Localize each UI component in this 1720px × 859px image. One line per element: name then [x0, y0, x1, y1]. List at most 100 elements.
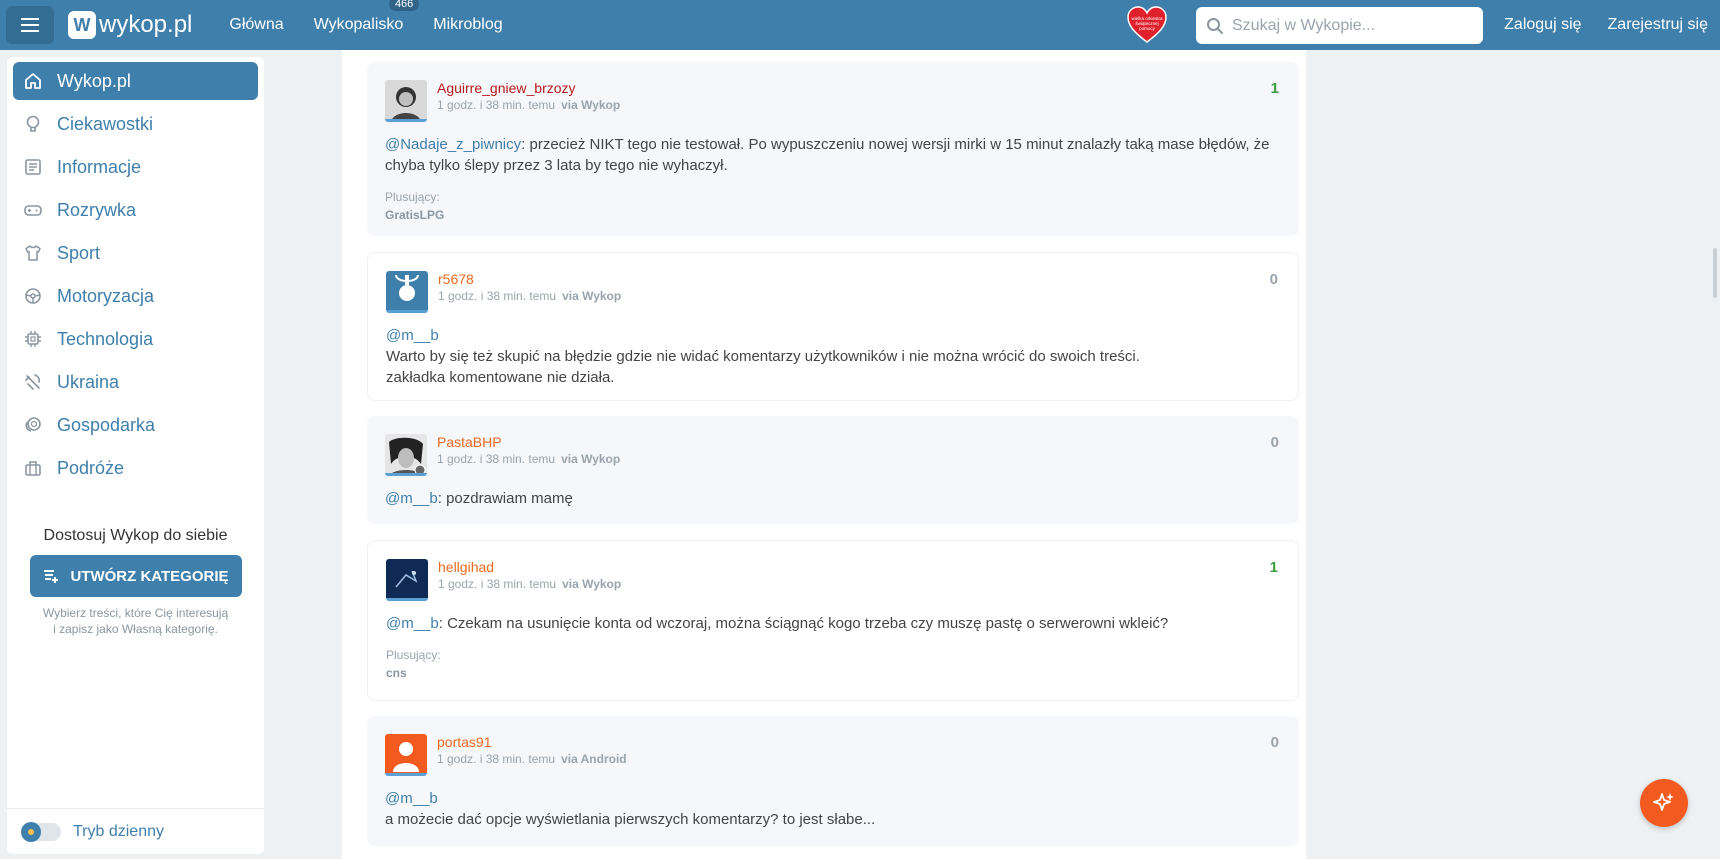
- comment-body: @Nadaje_z_piwnicy: przecież NIKT tego ni…: [385, 134, 1281, 176]
- trident-icon: [21, 370, 45, 394]
- avatar[interactable]: [386, 271, 428, 313]
- sidebar-item-sport[interactable]: Sport: [13, 234, 258, 272]
- sidebar-item-label: Motoryzacja: [57, 285, 155, 306]
- comment-source[interactable]: via Wykop: [562, 577, 621, 591]
- sidebar-item-label: Podróże: [57, 457, 125, 478]
- comment-username[interactable]: PastaBHP: [437, 434, 620, 450]
- user-mention[interactable]: @m__b: [386, 615, 439, 632]
- comment-text-line: zakładka komentowane nie działa.: [386, 369, 615, 386]
- comment-timestamp: 1 godz. i 38 min. temu: [438, 577, 557, 591]
- site-logo[interactable]: W wykop.pl: [68, 11, 192, 39]
- plusers-names[interactable]: cns: [386, 666, 1280, 680]
- comment-username[interactable]: r5678: [438, 271, 621, 287]
- hamburger-menu-button[interactable]: [6, 6, 54, 44]
- gamepad-icon: [21, 198, 45, 222]
- comment-username[interactable]: portas91: [437, 734, 627, 750]
- create-category-button[interactable]: UTWÓRZ KATEGORIĘ: [29, 555, 242, 597]
- nav-item-mikroblog[interactable]: Mikroblog: [433, 16, 502, 34]
- comment-source[interactable]: via Wykop: [562, 289, 621, 303]
- add-category-icon: [44, 570, 59, 583]
- plusers-names[interactable]: GratisLPG: [385, 208, 1281, 222]
- nav-item-glowna[interactable]: Główna: [229, 16, 283, 34]
- sun-icon: [21, 821, 41, 842]
- sidebar-item-gospodarka[interactable]: Gospodarka: [13, 406, 258, 444]
- ai-assistant-button[interactable]: [1640, 779, 1688, 827]
- sidebar-item-label: Wykop.pl: [57, 70, 131, 91]
- customize-desc-line: i zapisz jako Własną kategorię.: [53, 622, 218, 636]
- steering-wheel-icon: [21, 284, 45, 308]
- sidebar-item-podroze[interactable]: Podróże: [13, 449, 258, 487]
- comment-body: @m__b a możecie dać opcje wyświetlania p…: [385, 788, 1281, 830]
- sidebar-item-label: Technologia: [57, 328, 154, 349]
- sidebar-item-label: Ciekawostki: [57, 113, 154, 134]
- comment-text: : Czekam na usunięcie konta od wczoraj, …: [438, 615, 1169, 632]
- user-mention[interactable]: @m__b: [385, 490, 438, 507]
- create-category-label: UTWÓRZ KATEGORIĘ: [70, 567, 229, 585]
- wykopalisko-count-badge: 466: [388, 0, 420, 11]
- comment-timestamp: 1 godz. i 38 min. temu: [437, 752, 556, 766]
- user-mention[interactable]: @Nadaje_z_piwnicy: [385, 136, 521, 153]
- comment-card: r5678 1 godz. i 38 min. temu via Wykop 0 …: [367, 252, 1299, 401]
- register-link[interactable]: Zarejestruj się: [1608, 16, 1708, 34]
- comment-score: 1: [1269, 559, 1278, 576]
- sidebar-item-ukraina[interactable]: Ukraina: [13, 363, 258, 401]
- comment-text: : pozdrawiam mamę: [437, 490, 573, 507]
- sidebar-item-informacje[interactable]: Informacje: [13, 148, 258, 186]
- avatar[interactable]: [385, 734, 427, 776]
- comment-timestamp: 1 godz. i 38 min. temu: [437, 98, 556, 112]
- comment-source[interactable]: via Wykop: [561, 452, 620, 466]
- logo-icon: W: [68, 11, 96, 39]
- customize-description: Wybierz treści, które Cię interesują i z…: [7, 605, 264, 637]
- search-input[interactable]: [1232, 16, 1472, 35]
- logo-text: wykop.pl: [99, 11, 193, 38]
- customize-desc-line: Wybierz treści, które Cię interesują: [42, 606, 229, 620]
- theme-toggle[interactable]: Tryb dzienny: [7, 808, 264, 854]
- shirt-icon: [21, 241, 45, 265]
- comment-source[interactable]: via Android: [561, 752, 627, 766]
- svg-text:pomocy: pomocy: [1139, 26, 1156, 31]
- comment-timestamp: 1 godz. i 38 min. temu: [438, 289, 557, 303]
- sidebar-item-motoryzacja[interactable]: Motoryzacja: [13, 277, 258, 315]
- comment-time: 1 godz. i 38 min. temu via Wykop: [438, 577, 621, 591]
- comment-username[interactable]: hellgihad: [438, 559, 621, 575]
- avatar[interactable]: [385, 80, 427, 122]
- sidebar-item-label: Informacje: [57, 156, 142, 177]
- hamburger-icon: [21, 24, 39, 26]
- sidebar-item-wykop[interactable]: Wykop.pl: [13, 62, 258, 100]
- comment-time: 1 godz. i 38 min. temu via Wykop: [437, 452, 620, 466]
- nav-item-wykopalisko[interactable]: Wykopalisko 466: [314, 0, 420, 34]
- sidebar-item-label: Ukraina: [57, 371, 120, 392]
- comment-timestamp: 1 godz. i 38 min. temu: [437, 452, 556, 466]
- chip-icon: [21, 327, 45, 351]
- login-link[interactable]: Zaloguj się: [1504, 16, 1581, 34]
- sidebar-item-ciekawostki[interactable]: Ciekawostki: [13, 105, 258, 143]
- comment-score: 0: [1270, 434, 1279, 451]
- avatar[interactable]: [385, 434, 427, 476]
- auth-links: Zaloguj się Zarejestruj się: [1478, 0, 1708, 50]
- comment-card: Aguirre_gniew_brzozy 1 godz. i 38 min. t…: [367, 62, 1299, 236]
- user-mention[interactable]: @m__b: [385, 788, 1281, 809]
- default-avatar-icon: [385, 734, 427, 773]
- page-scrollbar[interactable]: [1713, 248, 1717, 298]
- luggage-icon: [21, 456, 45, 480]
- search-icon: [1207, 17, 1223, 34]
- wosp-heart-icon[interactable]: wielka orkiestra świątecznej pomocy: [1127, 6, 1167, 44]
- sidebar-item-rozrywka[interactable]: Rozrywka: [13, 191, 258, 229]
- comment-time: 1 godz. i 38 min. temu via Android: [437, 752, 627, 766]
- newspaper-icon: [21, 155, 45, 179]
- sidebar-item-technologia[interactable]: Technologia: [13, 320, 258, 358]
- comment-source[interactable]: via Wykop: [561, 98, 620, 112]
- sidebar-item-label: Sport: [57, 242, 101, 263]
- comment-body: @m__b: Czekam na usunięcie konta od wczo…: [386, 613, 1280, 634]
- sidebar-item-label: Rozrywka: [57, 199, 137, 220]
- lightbulb-icon: [21, 112, 45, 136]
- search-box[interactable]: [1196, 7, 1483, 44]
- comment-score: 0: [1270, 734, 1279, 751]
- avatar[interactable]: [386, 559, 428, 601]
- sidebar-item-label: Gospodarka: [57, 414, 156, 435]
- comment-card: hellgihad 1 godz. i 38 min. temu via Wyko…: [367, 540, 1299, 701]
- comment-username[interactable]: Aguirre_gniew_brzozy: [437, 80, 620, 96]
- theme-toggle-switch[interactable]: [21, 821, 61, 842]
- comment-text-line: a możecie dać opcje wyświetlania pierwsz…: [385, 811, 876, 828]
- user-mention[interactable]: @m__b: [386, 325, 1280, 346]
